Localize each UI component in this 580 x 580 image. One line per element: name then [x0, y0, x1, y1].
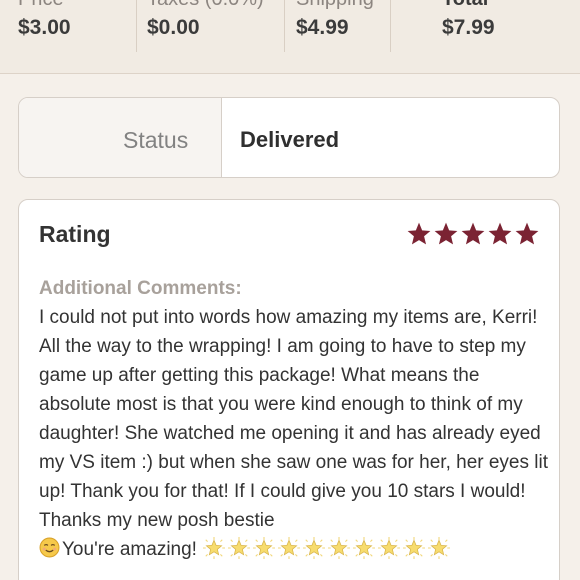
total-label: Total	[442, 0, 488, 11]
shipping-value: $4.99	[296, 16, 349, 39]
star-icon	[488, 222, 512, 245]
star-icon	[407, 222, 431, 245]
relieved-face-emoji-icon	[39, 538, 60, 558]
glowing-star-icon	[327, 537, 350, 560]
star-rating	[406, 221, 540, 247]
glowing-star-icon	[252, 537, 275, 560]
shipping-label: Shipping	[296, 0, 374, 11]
comment-tail-text: You're amazing!	[62, 539, 197, 561]
glowing-stars-emoji	[202, 537, 450, 560]
price-value: $3.00	[18, 16, 71, 39]
comment-text: I could not put into words how amazing m…	[39, 303, 549, 564]
order-summary: Price $3.00 Taxes (0.0%) $0.00 Shipping …	[0, 0, 580, 74]
taxes-label: Taxes (0.0%)	[147, 0, 264, 11]
price-label: Price	[18, 0, 64, 11]
rating-title: Rating	[39, 221, 111, 247]
star-icon	[434, 222, 458, 245]
glowing-star-icon	[227, 537, 250, 560]
glowing-star-icon	[302, 537, 325, 560]
status-label-cell: Status	[19, 98, 222, 177]
glowing-star-icon	[402, 537, 425, 560]
star-icon	[461, 222, 485, 245]
status-label: Status	[123, 127, 189, 153]
summary-divider	[284, 0, 285, 52]
comment-body: I could not put into words how amazing m…	[39, 307, 549, 531]
total-value: $7.99	[442, 16, 495, 39]
comments-label: Additional Comments:	[39, 278, 242, 299]
summary-divider	[136, 0, 137, 52]
glowing-star-icon	[352, 537, 375, 560]
summary-divider	[390, 0, 391, 52]
star-icon	[515, 222, 539, 245]
rating-card: Rating Additional Comments: I could not …	[18, 199, 560, 580]
status-value: Delivered	[240, 127, 340, 152]
taxes-value: $0.00	[147, 16, 200, 39]
glowing-star-icon	[277, 537, 300, 560]
status-card: Status Delivered	[18, 97, 560, 178]
glowing-star-icon	[377, 537, 400, 560]
comment-tail: You're amazing!	[39, 535, 450, 564]
glowing-star-icon	[427, 537, 450, 560]
glowing-star-icon	[202, 537, 225, 560]
